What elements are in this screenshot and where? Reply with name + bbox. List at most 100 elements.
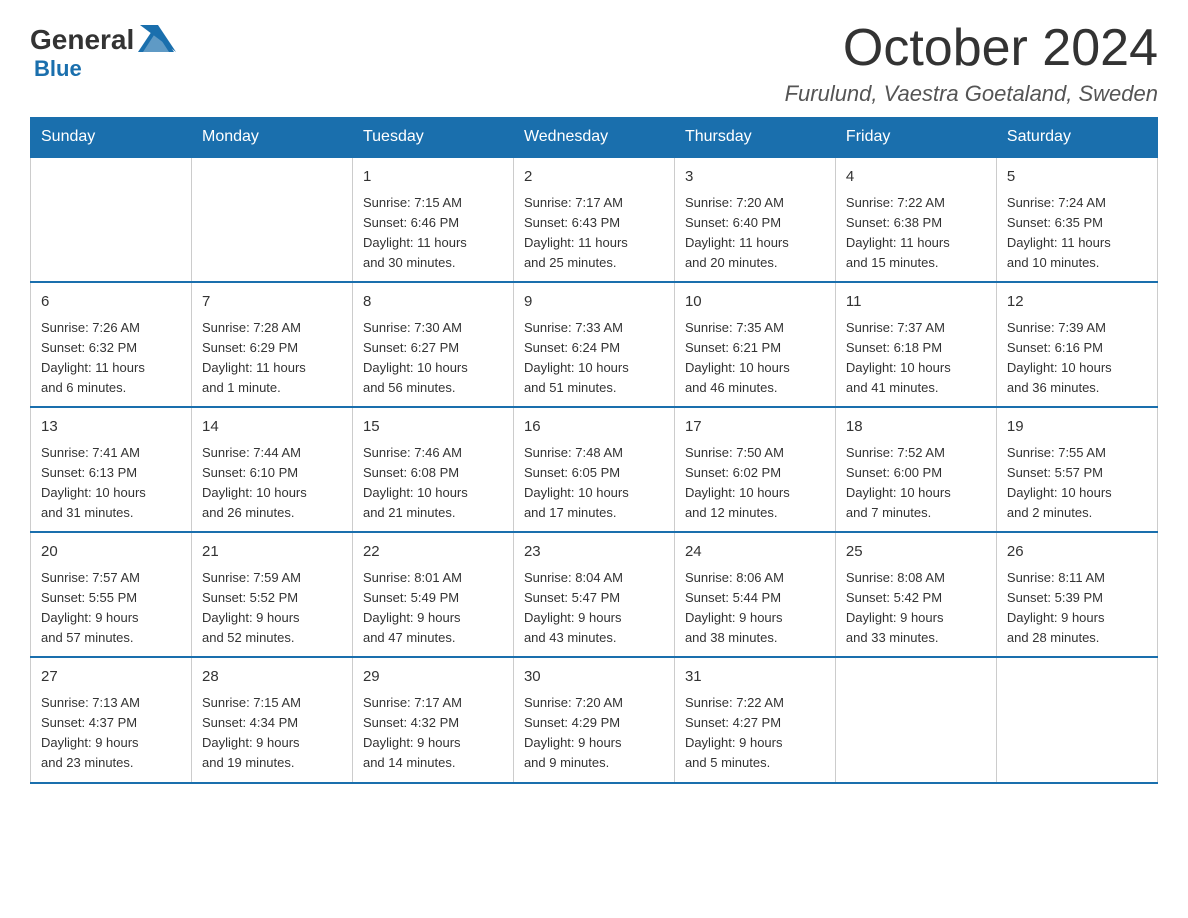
day-number: 16: [524, 416, 664, 439]
day-info: Sunrise: 7:13 AM Sunset: 4:37 PM Dayligh…: [41, 693, 181, 774]
col-header-friday: Friday: [835, 118, 996, 158]
day-number: 5: [1007, 166, 1147, 189]
day-number: 23: [524, 541, 664, 564]
day-info: Sunrise: 7:37 AM Sunset: 6:18 PM Dayligh…: [846, 318, 986, 399]
day-number: 6: [41, 291, 181, 314]
calendar-cell: [31, 157, 192, 282]
calendar-cell: 9 Sunrise: 7:33 AM Sunset: 6:24 PM Daylig…: [513, 282, 674, 407]
day-number: 12: [1007, 291, 1147, 314]
calendar-cell: 15 Sunrise: 7:46 AM Sunset: 6:08 PM Dayli…: [352, 407, 513, 532]
day-info: Sunrise: 7:22 AM Sunset: 4:27 PM Dayligh…: [685, 693, 825, 774]
day-info: Sunrise: 7:20 AM Sunset: 6:40 PM Dayligh…: [685, 193, 825, 274]
day-info: Sunrise: 8:04 AM Sunset: 5:47 PM Dayligh…: [524, 568, 664, 649]
calendar-cell: 6 Sunrise: 7:26 AM Sunset: 6:32 PM Daylig…: [31, 282, 192, 407]
calendar-cell: 1 Sunrise: 7:15 AM Sunset: 6:46 PM Daylig…: [352, 157, 513, 282]
day-info: Sunrise: 8:01 AM Sunset: 5:49 PM Dayligh…: [363, 568, 503, 649]
day-number: 15: [363, 416, 503, 439]
calendar-header-row: SundayMondayTuesdayWednesdayThursdayFrid…: [31, 118, 1158, 158]
day-number: 30: [524, 666, 664, 689]
calendar-cell: 30 Sunrise: 7:20 AM Sunset: 4:29 PM Dayli…: [513, 657, 674, 782]
day-info: Sunrise: 8:06 AM Sunset: 5:44 PM Dayligh…: [685, 568, 825, 649]
day-number: 26: [1007, 541, 1147, 564]
day-info: Sunrise: 7:59 AM Sunset: 5:52 PM Dayligh…: [202, 568, 342, 649]
day-number: 25: [846, 541, 986, 564]
day-info: Sunrise: 7:28 AM Sunset: 6:29 PM Dayligh…: [202, 318, 342, 399]
day-number: 27: [41, 666, 181, 689]
title-section: October 2024 Furulund, Vaestra Goetaland…: [785, 20, 1158, 107]
day-number: 4: [846, 166, 986, 189]
calendar-cell: 31Sunrise: 7:22 AM Sunset: 4:27 PM Dayli…: [674, 657, 835, 782]
day-info: Sunrise: 7:44 AM Sunset: 6:10 PM Dayligh…: [202, 443, 342, 524]
logo-general-text: General: [30, 26, 134, 54]
calendar-cell: 2Sunrise: 7:17 AM Sunset: 6:43 PM Daylig…: [513, 157, 674, 282]
col-header-sunday: Sunday: [31, 118, 192, 158]
day-info: Sunrise: 7:15 AM Sunset: 4:34 PM Dayligh…: [202, 693, 342, 774]
day-info: Sunrise: 7:33 AM Sunset: 6:24 PM Dayligh…: [524, 318, 664, 399]
day-number: 20: [41, 541, 181, 564]
calendar-cell: 3 Sunrise: 7:20 AM Sunset: 6:40 PM Daylig…: [674, 157, 835, 282]
calendar-cell: 29Sunrise: 7:17 AM Sunset: 4:32 PM Dayli…: [352, 657, 513, 782]
calendar-cell: 22 Sunrise: 8:01 AM Sunset: 5:49 PM Dayli…: [352, 532, 513, 657]
col-header-saturday: Saturday: [996, 118, 1157, 158]
day-number: 9: [524, 291, 664, 314]
week-row-3: 13Sunrise: 7:41 AM Sunset: 6:13 PM Dayli…: [31, 407, 1158, 532]
location-subtitle: Furulund, Vaestra Goetaland, Sweden: [785, 81, 1158, 107]
calendar-table: SundayMondayTuesdayWednesdayThursdayFrid…: [30, 117, 1158, 783]
calendar-cell: 4 Sunrise: 7:22 AM Sunset: 6:38 PM Daylig…: [835, 157, 996, 282]
day-info: Sunrise: 7:20 AM Sunset: 4:29 PM Dayligh…: [524, 693, 664, 774]
day-info: Sunrise: 7:15 AM Sunset: 6:46 PM Dayligh…: [363, 193, 503, 274]
day-number: 19: [1007, 416, 1147, 439]
day-number: 14: [202, 416, 342, 439]
day-info: Sunrise: 7:26 AM Sunset: 6:32 PM Dayligh…: [41, 318, 181, 399]
week-row-4: 20 Sunrise: 7:57 AM Sunset: 5:55 PM Dayli…: [31, 532, 1158, 657]
day-info: Sunrise: 7:50 AM Sunset: 6:02 PM Dayligh…: [685, 443, 825, 524]
calendar-cell: 13Sunrise: 7:41 AM Sunset: 6:13 PM Dayli…: [31, 407, 192, 532]
calendar-cell: 20 Sunrise: 7:57 AM Sunset: 5:55 PM Dayli…: [31, 532, 192, 657]
day-info: Sunrise: 7:57 AM Sunset: 5:55 PM Dayligh…: [41, 568, 181, 649]
calendar-cell: 8 Sunrise: 7:30 AM Sunset: 6:27 PM Daylig…: [352, 282, 513, 407]
calendar-cell: [191, 157, 352, 282]
calendar-cell: [835, 657, 996, 782]
calendar-cell: 27 Sunrise: 7:13 AM Sunset: 4:37 PM Dayli…: [31, 657, 192, 782]
day-info: Sunrise: 7:17 AM Sunset: 6:43 PM Dayligh…: [524, 193, 664, 274]
calendar-cell: [996, 657, 1157, 782]
week-row-5: 27 Sunrise: 7:13 AM Sunset: 4:37 PM Dayli…: [31, 657, 1158, 782]
day-number: 8: [363, 291, 503, 314]
day-number: 13: [41, 416, 181, 439]
calendar-cell: 17 Sunrise: 7:50 AM Sunset: 6:02 PM Dayli…: [674, 407, 835, 532]
day-number: 28: [202, 666, 342, 689]
day-info: Sunrise: 8:08 AM Sunset: 5:42 PM Dayligh…: [846, 568, 986, 649]
calendar-cell: 23 Sunrise: 8:04 AM Sunset: 5:47 PM Dayli…: [513, 532, 674, 657]
day-number: 11: [846, 291, 986, 314]
day-info: Sunrise: 7:39 AM Sunset: 6:16 PM Dayligh…: [1007, 318, 1147, 399]
day-info: Sunrise: 7:46 AM Sunset: 6:08 PM Dayligh…: [363, 443, 503, 524]
day-number: 18: [846, 416, 986, 439]
calendar-cell: 11 Sunrise: 7:37 AM Sunset: 6:18 PM Dayli…: [835, 282, 996, 407]
calendar-cell: 14 Sunrise: 7:44 AM Sunset: 6:10 PM Dayli…: [191, 407, 352, 532]
day-info: Sunrise: 7:52 AM Sunset: 6:00 PM Dayligh…: [846, 443, 986, 524]
day-info: Sunrise: 7:48 AM Sunset: 6:05 PM Dayligh…: [524, 443, 664, 524]
col-header-wednesday: Wednesday: [513, 118, 674, 158]
col-header-thursday: Thursday: [674, 118, 835, 158]
calendar-cell: 12 Sunrise: 7:39 AM Sunset: 6:16 PM Dayli…: [996, 282, 1157, 407]
day-number: 1: [363, 166, 503, 189]
day-info: Sunrise: 7:30 AM Sunset: 6:27 PM Dayligh…: [363, 318, 503, 399]
day-info: Sunrise: 7:22 AM Sunset: 6:38 PM Dayligh…: [846, 193, 986, 274]
logo: General Blue: [30, 20, 176, 82]
month-year-title: October 2024: [785, 20, 1158, 77]
calendar-cell: 19 Sunrise: 7:55 AM Sunset: 5:57 PM Dayli…: [996, 407, 1157, 532]
day-number: 22: [363, 541, 503, 564]
logo-blue-text: Blue: [34, 56, 82, 82]
week-row-2: 6 Sunrise: 7:26 AM Sunset: 6:32 PM Daylig…: [31, 282, 1158, 407]
day-info: Sunrise: 7:55 AM Sunset: 5:57 PM Dayligh…: [1007, 443, 1147, 524]
week-row-1: 1 Sunrise: 7:15 AM Sunset: 6:46 PM Daylig…: [31, 157, 1158, 282]
day-number: 17: [685, 416, 825, 439]
day-number: 3: [685, 166, 825, 189]
day-number: 10: [685, 291, 825, 314]
calendar-cell: 24Sunrise: 8:06 AM Sunset: 5:44 PM Dayli…: [674, 532, 835, 657]
day-number: 29: [363, 666, 503, 689]
calendar-cell: 18 Sunrise: 7:52 AM Sunset: 6:00 PM Dayli…: [835, 407, 996, 532]
calendar-cell: 5Sunrise: 7:24 AM Sunset: 6:35 PM Daylig…: [996, 157, 1157, 282]
calendar-cell: 10 Sunrise: 7:35 AM Sunset: 6:21 PM Dayli…: [674, 282, 835, 407]
day-info: Sunrise: 7:35 AM Sunset: 6:21 PM Dayligh…: [685, 318, 825, 399]
